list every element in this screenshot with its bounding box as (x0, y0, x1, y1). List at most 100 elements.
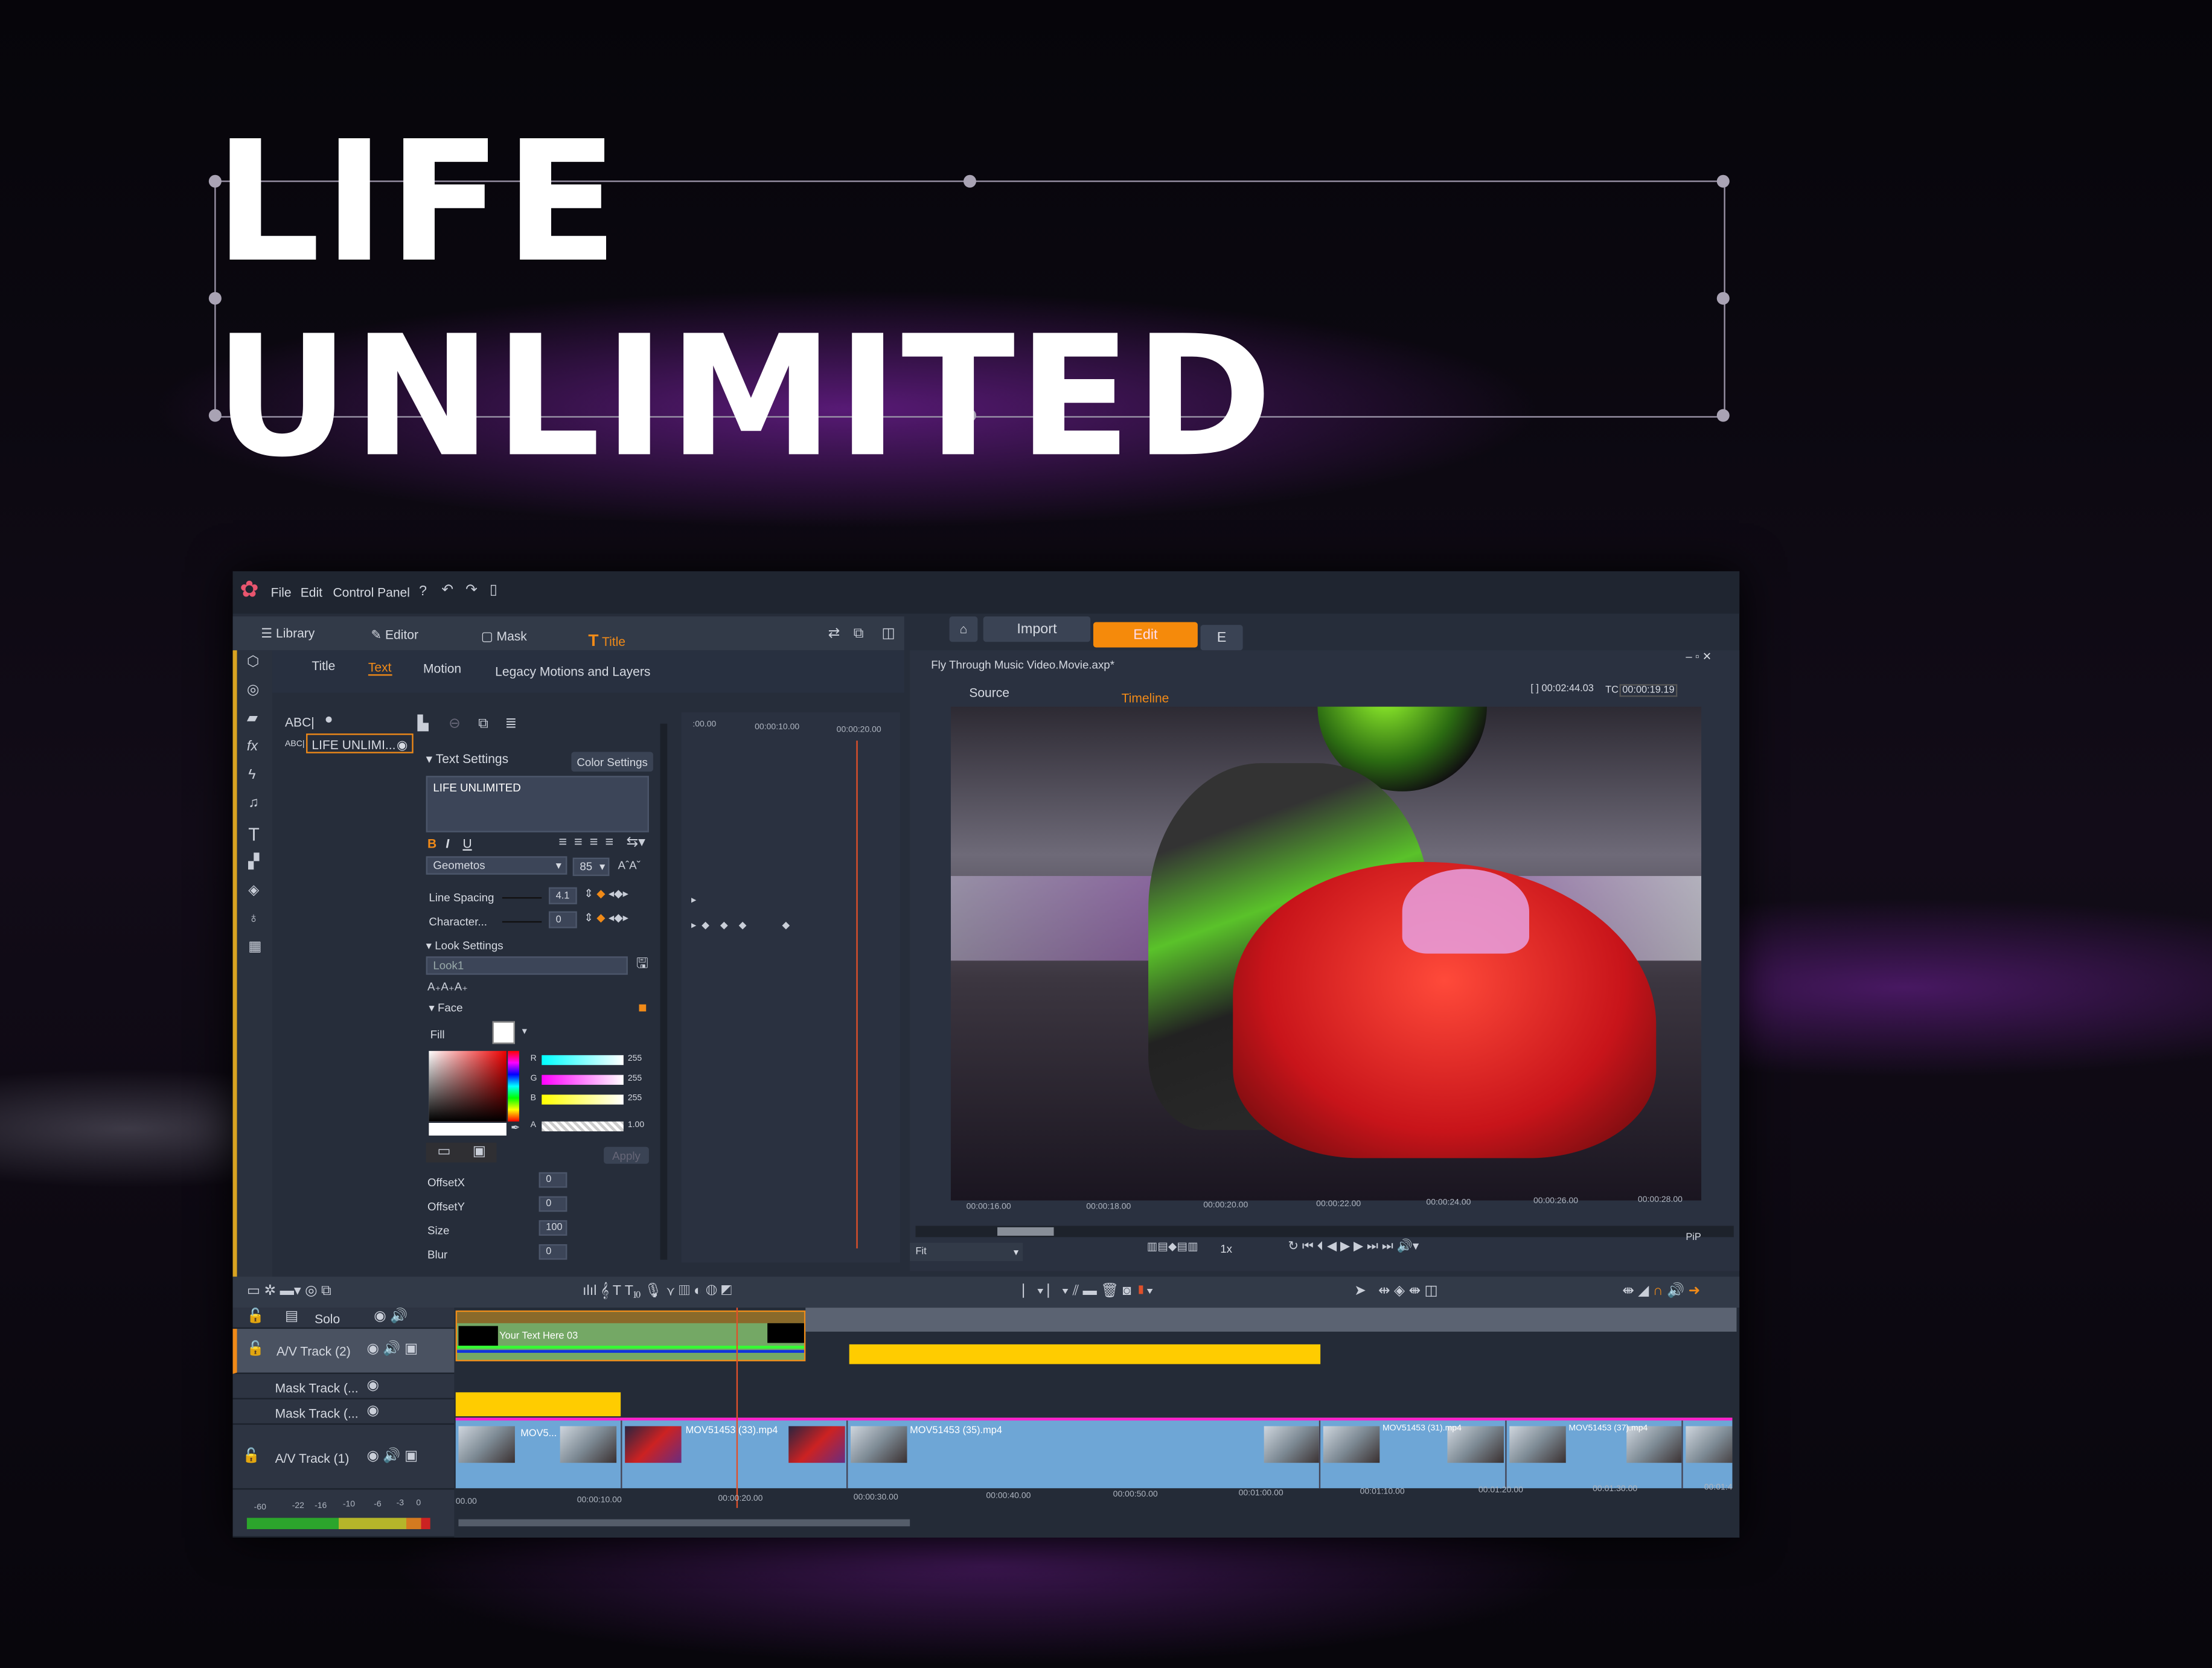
keyboard-icon[interactable]: ▦ (248, 940, 261, 955)
tool-icons[interactable]: ılıl 𝄞 T T⏨ 🎙 ⋎ ▥ ◐ ◍ ◩ (583, 1285, 732, 1299)
keyframe-row[interactable]: ▸ (691, 896, 696, 906)
subtab-title[interactable]: Title (312, 659, 335, 673)
tab-title[interactable]: T Title (588, 631, 625, 651)
save-icon[interactable]: 🖫 (636, 957, 648, 972)
align-center-icon[interactable]: ≡ (574, 836, 583, 851)
visibility-icon[interactable]: ◉ (397, 738, 408, 753)
color-picker-field[interactable] (429, 1050, 507, 1122)
font-size-select[interactable]: 85 ▾ (572, 857, 610, 877)
home-button[interactable]: ⌂ (949, 616, 978, 642)
timeline-playhead[interactable] (736, 1308, 738, 1508)
settings-scrollbar[interactable] (660, 723, 668, 1260)
storyboard-icon[interactable]: ▤ (285, 1310, 298, 1324)
track-name[interactable]: Mask Track (... (275, 1381, 359, 1395)
video-clip[interactable]: MOV5... (456, 1420, 622, 1489)
color-settings-button[interactable]: Color Settings (571, 752, 653, 772)
duplicate-icon[interactable]: ⧉ (478, 717, 488, 732)
track-name[interactable]: A/V Track (1) (275, 1451, 350, 1465)
swap-icon[interactable]: ⇄ (828, 627, 840, 642)
spinner-icon[interactable]: ⇕ ◆ ◂◆▸ (584, 912, 628, 924)
apply-button[interactable]: Apply (604, 1146, 649, 1164)
timecode-input[interactable]: 00:00:19.19 (1619, 684, 1678, 697)
italic-button[interactable]: I (446, 837, 449, 851)
look-settings-header[interactable]: ▾ Look Settings (426, 939, 503, 952)
align-left-icon[interactable]: ≡ (558, 836, 567, 851)
blue-slider[interactable] (542, 1094, 624, 1105)
visibility-icon[interactable]: ◉ (367, 1404, 379, 1419)
text-content-input[interactable]: LIFE UNLIMITED (426, 776, 649, 832)
text-icon[interactable]: T (248, 825, 260, 843)
keyframe-row[interactable]: ▸ ◆ ◆ ◆ ◆ (691, 921, 790, 931)
b-value[interactable]: 255 (628, 1094, 642, 1103)
video-clip[interactable]: MOV51453 (31).mp4 (1320, 1420, 1507, 1489)
layers-icon[interactable]: ◈ (248, 884, 259, 898)
transport-controls[interactable]: ↻ ⏮ ⏴ ◀ ▶ ▶ ⏭ ⏭ 🔊▾ (1288, 1239, 1419, 1253)
pip-button[interactable]: PiP (1686, 1233, 1701, 1242)
red-slider[interactable] (542, 1055, 624, 1066)
gradient-fill-icon[interactable]: ▣ (473, 1145, 486, 1159)
zoom-select[interactable]: Fit ▾ (910, 1242, 1023, 1262)
speed-select[interactable]: 1x (1220, 1243, 1232, 1256)
solid-fill-icon[interactable]: ▭ (437, 1145, 450, 1159)
size-input[interactable]: 100 (539, 1220, 567, 1236)
track-controls[interactable]: ◉ 🔊 ▣ (367, 1342, 418, 1357)
text-settings-header[interactable]: ▾ Text Settings (426, 752, 508, 767)
blur-input[interactable]: 0 (539, 1244, 567, 1260)
video-clip[interactable]: MOV51453 (33).mp4 (622, 1420, 848, 1489)
tab-editor[interactable]: ✎ Editor (371, 628, 418, 644)
track-name[interactable]: Mask Track (... (275, 1407, 359, 1420)
package-icon[interactable]: ⬡ (247, 655, 259, 670)
layer-item[interactable]: LIFE UNLIMI... ◉ (306, 733, 414, 753)
text-wrap-icon[interactable]: ≣ (505, 717, 517, 732)
add-look-icons[interactable]: A₊A₊A₊ (427, 981, 468, 993)
video-preview[interactable] (950, 706, 1702, 1201)
line-spacing-slider[interactable] (502, 897, 542, 899)
underline-button[interactable]: U (462, 837, 471, 851)
menu-edit[interactable]: Edit (301, 586, 322, 599)
spinner-icon[interactable]: ⇕ ◆ ◂◆▸ (584, 888, 628, 900)
popout-icon[interactable]: ⧉ (854, 627, 864, 642)
tab-source[interactable]: Source (969, 686, 1009, 700)
film-reel-icon[interactable]: ◎ (247, 683, 259, 698)
redo-icon[interactable]: ↷ (465, 583, 478, 598)
library-folder-icon[interactable]: ▰ (247, 712, 258, 726)
visibility-icon[interactable]: ◉ (367, 1379, 379, 1393)
align-right-icon[interactable]: ≡ (590, 836, 598, 851)
track-header-mask1[interactable]: Mask Track (... ◉ (232, 1373, 455, 1400)
edit-tools[interactable]: ⎸▾ ⎸▾ ⫽ ▬ 🗑 ◙ ▮▾ (1023, 1285, 1153, 1299)
visibility-icon[interactable]: ◉ 🔊 (374, 1310, 408, 1324)
mask-clip[interactable] (849, 1344, 1321, 1364)
music-icon[interactable]: ♫ (248, 796, 259, 811)
character-spacing-slider[interactable] (502, 921, 542, 923)
track-controls[interactable]: ◉ 🔊 ▣ (367, 1449, 418, 1464)
magnet-tools[interactable]: ⇼ ◢ ∩ 🔊 ➜ (1622, 1285, 1700, 1299)
lock-icon[interactable]: 🔓 (243, 1449, 260, 1464)
look-select[interactable]: Look1 (426, 956, 628, 975)
import-button[interactable]: Import (983, 616, 1091, 642)
playhead[interactable] (856, 740, 858, 1248)
track-name[interactable]: A/V Track (2) (276, 1344, 351, 1358)
offsety-input[interactable]: 0 (539, 1196, 567, 1212)
tab-mask[interactable]: ▢ Mask (481, 629, 527, 645)
transition-icon[interactable]: ♁ (248, 912, 259, 927)
text-direction-icon[interactable]: ⇆▾ (626, 836, 645, 851)
video-clip[interactable]: MOV51453 (35).mp4 (848, 1420, 1321, 1489)
player-ruler[interactable]: 00:00:16.00 00:00:18.00 00:00:20.00 00:0… (938, 1197, 1728, 1223)
help-icon[interactable]: ? (419, 585, 427, 599)
montage-icon[interactable]: ▞ (248, 855, 259, 870)
add-text-layer-button[interactable]: ABC| (285, 715, 315, 729)
track-header-av2[interactable]: 🔓 A/V Track (2) ◉ 🔊 ▣ (232, 1329, 455, 1374)
track-header-mask2[interactable]: Mask Track (... ◉ (232, 1399, 455, 1425)
mask-clip[interactable] (455, 1392, 621, 1417)
export-button[interactable]: E (1200, 625, 1243, 651)
line-spacing-input[interactable]: 4.1 (548, 887, 577, 904)
subtab-text[interactable]: Text (368, 660, 392, 676)
tab-timeline[interactable]: Timeline (1122, 691, 1169, 705)
chevron-down-icon[interactable]: ▾ (522, 1027, 527, 1037)
tab-library[interactable]: ☰ Library (261, 626, 315, 642)
fill-type-toggle[interactable]: ▭ ▣ (426, 1142, 497, 1163)
fill-color-swatch[interactable] (492, 1021, 515, 1044)
window-controls[interactable]: ‒ ▫ ✕ (1686, 650, 1712, 663)
justify-icon[interactable]: ≡ (605, 836, 613, 851)
timeline-scrollbar[interactable] (458, 1519, 910, 1527)
